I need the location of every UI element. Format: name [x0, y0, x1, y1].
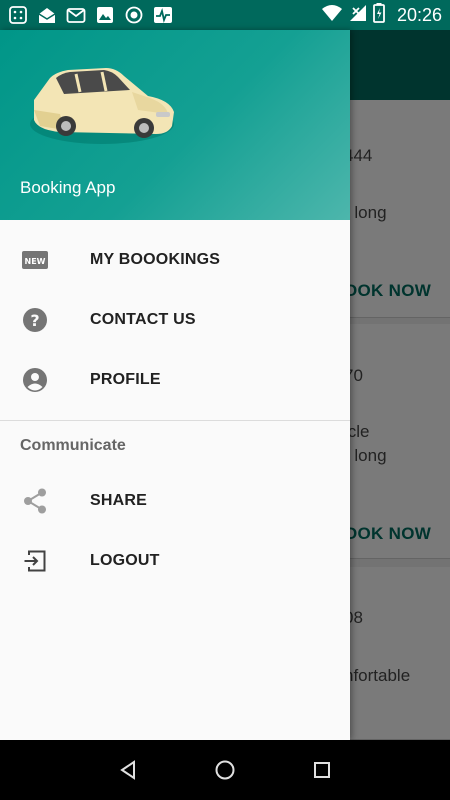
system-nav-bar [0, 740, 450, 800]
new-badge-icon: NEW [22, 247, 48, 273]
activity-icon [153, 5, 173, 25]
account-circle-icon [22, 367, 48, 393]
mail-open-icon [37, 5, 57, 25]
home-button[interactable] [210, 755, 240, 785]
recents-square-icon [313, 762, 330, 778]
menu-item-contact-us[interactable]: ? CONTACT US [0, 290, 350, 350]
recents-button[interactable] [307, 755, 337, 785]
logout-icon [22, 548, 48, 574]
notification-icon [8, 5, 28, 25]
menu-item-share[interactable]: SHARE [0, 471, 350, 531]
home-circle-icon [215, 760, 235, 780]
back-button[interactable] [113, 755, 143, 785]
car-logo-icon [30, 68, 174, 144]
menu-item-label: CONTACT US [90, 311, 196, 328]
record-icon [124, 5, 144, 25]
navigation-drawer: Booking App NEW MY BOOOKINGS ? CONTACT U… [0, 30, 350, 740]
signal-icon [349, 4, 367, 27]
menu-item-my-bookings[interactable]: NEW MY BOOOKINGS [0, 230, 350, 290]
section-title: Communicate [20, 437, 126, 454]
menu-item-profile[interactable]: PROFILE [0, 350, 350, 410]
menu-item-label: MY BOOOKINGS [90, 251, 221, 268]
share-icon [22, 488, 48, 514]
svg-text:NEW: NEW [25, 257, 46, 266]
menu-item-logout[interactable]: LOGOUT [0, 531, 350, 591]
menu-item-label: SHARE [90, 492, 148, 509]
image-icon [95, 5, 115, 25]
drawer-header: Booking App [0, 30, 350, 220]
status-bar: 20:26 [0, 0, 450, 30]
menu-item-label: PROFILE [90, 371, 161, 388]
status-time: 20:26 [396, 4, 442, 25]
back-triangle-icon [120, 760, 136, 780]
app-name: Booking App [20, 178, 116, 197]
help-circle-icon: ? [22, 307, 48, 333]
mail-icon [66, 5, 86, 25]
battery-charging-icon [373, 2, 385, 28]
wifi-icon [321, 4, 343, 27]
svg-text:?: ? [30, 311, 39, 330]
menu-item-label: LOGOUT [90, 552, 160, 569]
